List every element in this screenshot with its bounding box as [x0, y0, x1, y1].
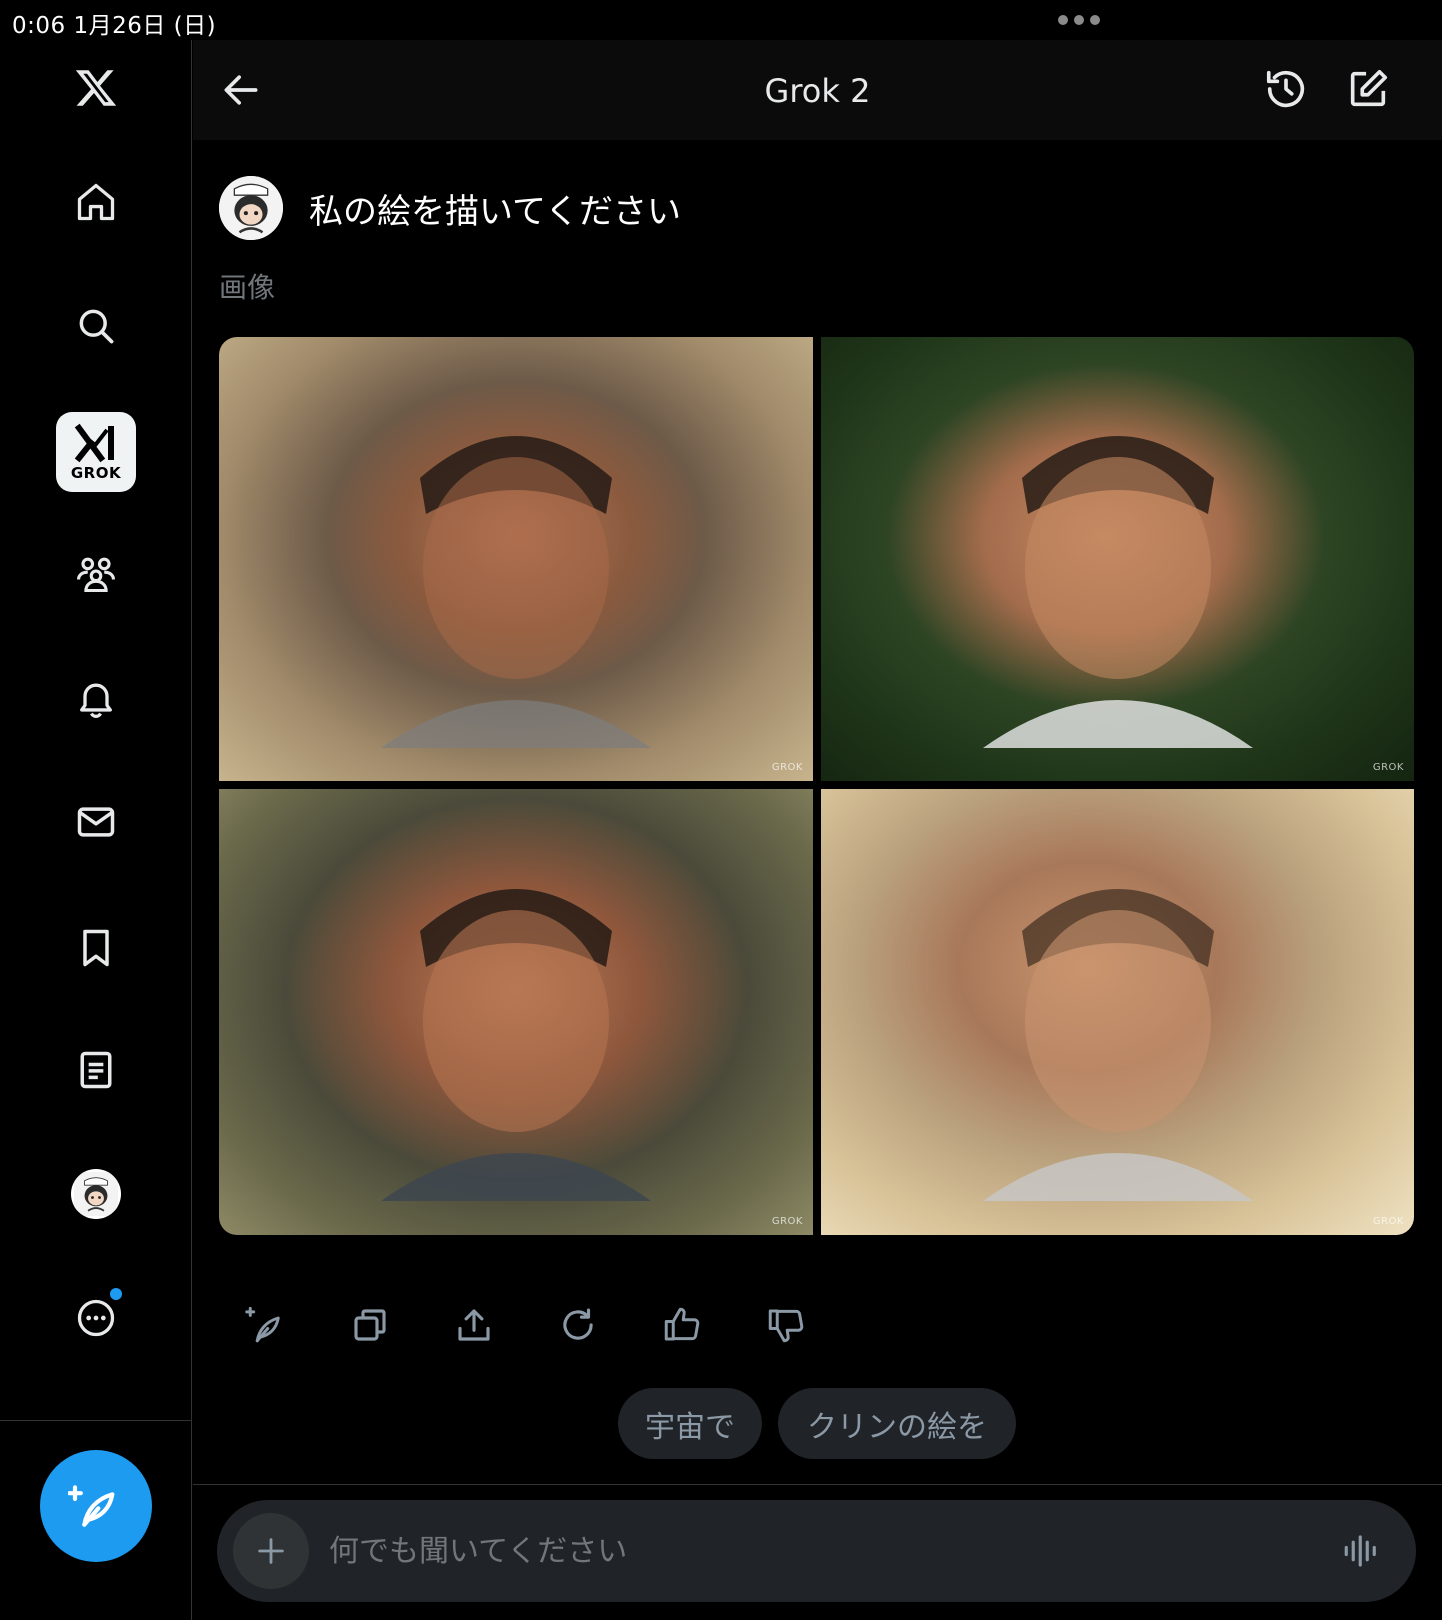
compose-feather-icon	[68, 1485, 115, 1527]
generated-image-grid: GROK GROK GROK GROK	[219, 337, 1414, 1235]
page-title: Grok 2	[764, 72, 871, 110]
bookmark-icon	[83, 929, 109, 967]
plus-icon	[258, 1538, 284, 1564]
copy-icon	[354, 1309, 386, 1341]
copy-button[interactable]	[349, 1304, 391, 1346]
grok-watermark: GROK	[771, 762, 803, 773]
response-actions	[245, 1304, 807, 1346]
post-to-x-button[interactable]	[245, 1304, 287, 1346]
compose-post-button[interactable]	[40, 1450, 152, 1562]
grok-label: GROK	[70, 464, 122, 482]
sidebar-item-notifications[interactable]	[56, 658, 136, 738]
like-button[interactable]	[661, 1304, 703, 1346]
generated-image-4[interactable]: GROK	[821, 789, 1414, 1235]
sidebar-item-lists[interactable]	[56, 1030, 136, 1110]
portrait-placeholder-icon	[381, 888, 651, 1201]
sidebar: GROK	[0, 40, 192, 1620]
compose-feather-icon	[245, 1306, 280, 1343]
sidebar-item-grok[interactable]: GROK	[56, 412, 136, 492]
communities-icon	[77, 557, 115, 593]
grok-icon	[74, 423, 114, 463]
bell-icon	[80, 683, 112, 718]
multitask-dots-icon[interactable]	[1058, 15, 1100, 25]
user-message-text: 私の絵を描いてください	[309, 191, 681, 232]
composer-divider	[193, 1484, 1442, 1485]
thumbs-down-icon	[768, 1309, 804, 1343]
user-message-row: 私の絵を描いてください	[219, 176, 681, 240]
more-circle-icon	[77, 1299, 115, 1337]
chat-input[interactable]	[329, 1520, 1279, 1582]
history-icon[interactable]	[1263, 66, 1309, 112]
portrait-placeholder-icon	[982, 888, 1253, 1201]
user-avatar	[219, 176, 283, 240]
generated-image-1[interactable]: GROK	[219, 337, 813, 781]
top-bar: Grok 2	[193, 40, 1442, 140]
sidebar-item-search[interactable]	[56, 286, 136, 366]
sidebar-divider	[0, 1420, 192, 1421]
list-icon	[80, 1051, 112, 1089]
grok-watermark: GROK	[1372, 762, 1404, 773]
chat-composer	[217, 1500, 1416, 1602]
portrait-placeholder-icon	[982, 435, 1253, 748]
search-icon	[79, 309, 114, 344]
portrait-placeholder-icon	[381, 435, 651, 748]
notification-dot	[110, 1288, 122, 1300]
sidebar-item-home[interactable]	[56, 162, 136, 242]
regenerate-button[interactable]	[557, 1304, 599, 1346]
grok-watermark: GROK	[1372, 1216, 1404, 1227]
sidebar-item-messages[interactable]	[56, 782, 136, 862]
mail-icon	[77, 807, 115, 837]
response-section-label: 画像	[219, 271, 276, 304]
suggestion-chip[interactable]: 宇宙で	[618, 1388, 762, 1459]
thumbs-up-icon	[664, 1307, 700, 1341]
sidebar-item-communities[interactable]	[56, 534, 136, 614]
refresh-icon	[563, 1308, 593, 1340]
avatar	[71, 1169, 121, 1219]
generated-image-2[interactable]: GROK	[821, 337, 1414, 781]
x-logo-icon[interactable]	[56, 48, 136, 128]
sidebar-item-bookmarks[interactable]	[56, 908, 136, 988]
status-datetime: 0:06 1月26日 (日)	[12, 13, 217, 39]
dislike-button[interactable]	[765, 1304, 807, 1346]
new-chat-icon[interactable]	[1345, 66, 1391, 112]
attach-button[interactable]	[233, 1513, 309, 1589]
share-icon	[458, 1309, 490, 1341]
generated-image-3[interactable]: GROK	[219, 789, 813, 1235]
suggestion-chip[interactable]: クリンの絵を	[778, 1388, 1016, 1459]
sidebar-item-profile[interactable]	[56, 1154, 136, 1234]
grok-watermark: GROK	[771, 1216, 803, 1227]
sidebar-item-more[interactable]	[56, 1278, 136, 1358]
voice-waveform-icon[interactable]	[1341, 1530, 1383, 1572]
status-bar: 0:06 1月26日 (日)	[0, 0, 1442, 40]
share-button[interactable]	[453, 1304, 495, 1346]
home-icon	[77, 183, 115, 221]
